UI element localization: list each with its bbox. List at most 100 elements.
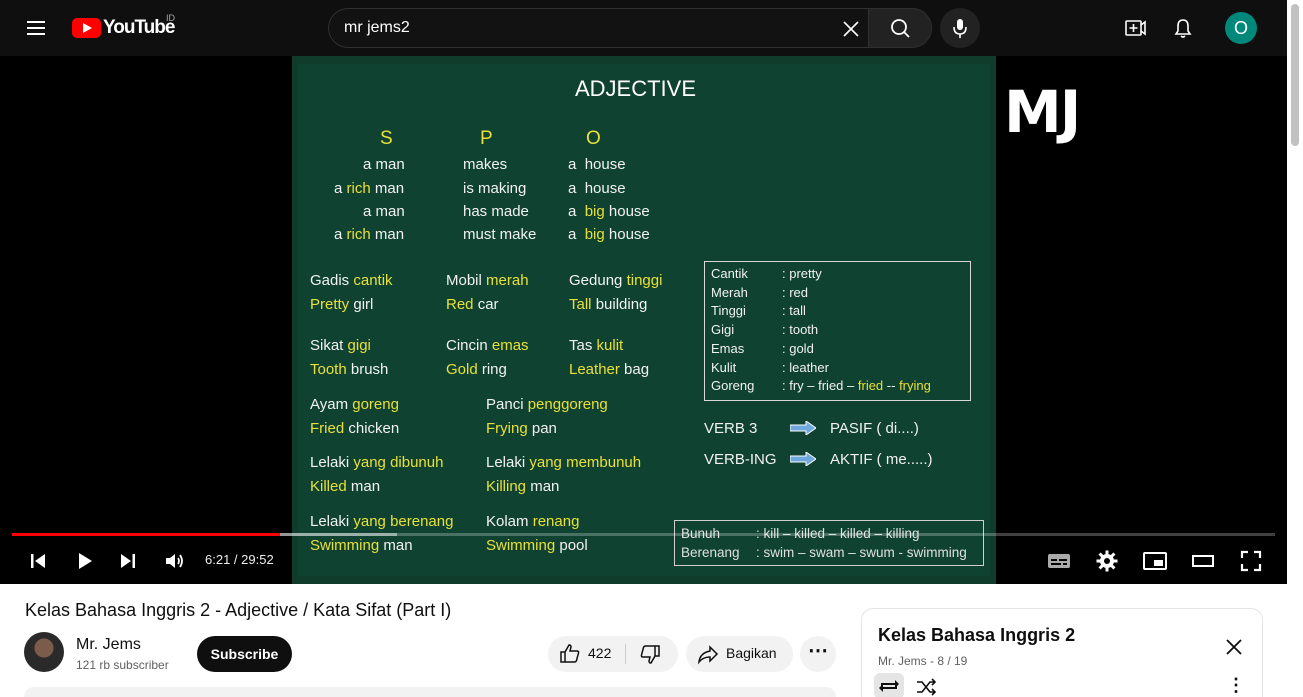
- search-input[interactable]: [344, 9, 824, 47]
- more-vertical-icon[interactable]: ⋮: [1224, 675, 1248, 697]
- vocab-box: Cantik: pretty Merah: red Tinggi: tall Gigi…: [704, 261, 971, 401]
- indonesian-phrase: Mobil merah: [446, 272, 529, 289]
- youtube-play-icon: [72, 18, 101, 38]
- close-icon[interactable]: [1222, 635, 1246, 659]
- playlist-subtitle: Mr. Jems - 8 / 19: [878, 654, 968, 668]
- voice-search-button[interactable]: [940, 8, 980, 48]
- settings-button[interactable]: [1092, 546, 1122, 576]
- arrow-right-icon: [790, 421, 816, 435]
- verb3-label: VERB 3: [704, 420, 758, 437]
- indonesian-phrase: Sikat gigi: [310, 337, 371, 354]
- vocab-row: Cantik: pretty: [711, 266, 822, 281]
- subscribe-button[interactable]: Subscribe: [197, 636, 292, 672]
- watch-metadata: Kelas Bahasa Inggris 2 - Adjective / Kat…: [0, 584, 1287, 697]
- shuffle-button[interactable]: [914, 675, 938, 697]
- spo-object: a house: [568, 156, 626, 173]
- search-icon: [891, 19, 910, 38]
- subtitles-icon: [1048, 554, 1070, 568]
- indonesian-phrase: Lelaki yang berenang: [310, 513, 454, 530]
- channel-avatar[interactable]: [24, 632, 64, 672]
- like-dislike-group: 422: [548, 636, 678, 672]
- indonesian-phrase: Kolam renang: [486, 513, 580, 530]
- description-box[interactable]: [24, 687, 836, 697]
- share-label: Bagikan: [726, 645, 777, 661]
- previous-button[interactable]: [23, 546, 53, 576]
- thumbs-down-icon[interactable]: [638, 642, 662, 666]
- video-player[interactable]: MJ ADJECTIVE S P O a man makes a house a ri…: [0, 56, 1287, 584]
- english-phrase: Swimming pool: [486, 537, 588, 554]
- english-phrase: Killed man: [310, 478, 381, 495]
- time-display: 6:21 / 29:52: [205, 552, 274, 567]
- spo-predicate: has made: [463, 203, 529, 220]
- video-title: Kelas Bahasa Inggris 2 - Adjective / Kat…: [25, 600, 452, 620]
- verb-form-row: Berenang: swim – swam – swum - swimming: [681, 545, 967, 560]
- spo-predicate: makes: [463, 156, 508, 173]
- subscriber-count: 121 rb subscriber: [76, 658, 169, 672]
- thumbs-up-icon[interactable]: [558, 642, 582, 666]
- indonesian-phrase: Lelaki yang dibunuh: [310, 454, 444, 471]
- search-button[interactable]: [868, 8, 932, 48]
- verb3-result: PASIF ( di....): [830, 420, 919, 437]
- menu-icon[interactable]: [18, 10, 54, 46]
- vocab-row: Gigi: tooth: [711, 322, 819, 338]
- indonesian-phrase: Gadis cantik: [310, 272, 393, 289]
- skip-previous-icon: [31, 554, 45, 568]
- miniplayer-button[interactable]: [1140, 546, 1170, 576]
- english-phrase: Killing man: [486, 478, 560, 495]
- theater-mode-button[interactable]: [1188, 546, 1218, 576]
- channel-name[interactable]: Mr. Jems: [76, 636, 141, 654]
- miniplayer-icon: [1143, 552, 1167, 570]
- country-code: ID: [166, 13, 175, 23]
- loop-icon: [879, 680, 899, 692]
- board-title: ADJECTIVE: [575, 76, 697, 101]
- skip-next-icon: [121, 554, 135, 568]
- fullscreen-icon: [1240, 550, 1262, 572]
- spo-predicate: must make: [463, 226, 537, 243]
- gear-icon: [1096, 550, 1118, 572]
- playlist-title[interactable]: Kelas Bahasa Inggris 2: [878, 625, 1075, 646]
- account-avatar[interactable]: O: [1225, 12, 1257, 44]
- youtube-logo[interactable]: YouTube: [72, 16, 175, 40]
- play-button[interactable]: [69, 546, 99, 576]
- subtitles-button[interactable]: [1044, 546, 1074, 576]
- next-button[interactable]: [113, 546, 143, 576]
- spo-subject: a man: [363, 203, 405, 220]
- verbing-result: AKTIF ( me.....): [830, 451, 933, 468]
- progress-played: [12, 533, 280, 536]
- indonesian-phrase: Panci penggoreng: [486, 396, 608, 413]
- indonesian-phrase: Lelaki yang membunuh: [486, 454, 642, 471]
- create-button[interactable]: [1115, 8, 1155, 48]
- volume-icon: [166, 554, 183, 568]
- spo-subject: a rich man: [334, 180, 405, 197]
- like-count[interactable]: 422: [588, 645, 611, 661]
- page-scrollbar[interactable]: [1287, 0, 1303, 697]
- clear-search-icon[interactable]: [839, 17, 863, 41]
- create-video-icon: [1125, 20, 1146, 36]
- like-divider: [625, 644, 626, 664]
- vocab-row: Merah: red: [711, 284, 809, 300]
- mic-icon: [953, 19, 967, 38]
- verbing-label: VERB-ING: [704, 451, 777, 468]
- vocab-row: Kulit: leather: [711, 359, 829, 375]
- more-horizontal-icon: ⋯: [808, 640, 828, 662]
- masthead: YouTube ID O: [0, 0, 1287, 56]
- bell-icon: [1174, 19, 1192, 38]
- fullscreen-button[interactable]: [1236, 546, 1266, 576]
- verb-forms-box: Bunuh: kill – killed – killed – killing …: [674, 520, 984, 566]
- shuffle-icon: [917, 678, 937, 696]
- share-button[interactable]: Bagikan: [686, 636, 793, 672]
- head-o: O: [586, 128, 601, 149]
- loop-button[interactable]: [874, 673, 904, 697]
- scrollbar-thumb[interactable]: [1291, 4, 1299, 146]
- english-phrase: Tall building: [569, 296, 648, 313]
- arrow-right-icon: [790, 452, 816, 466]
- more-actions-button[interactable]: ⋯: [800, 636, 836, 672]
- playlist-panel: Kelas Bahasa Inggris 2 Mr. Jems - 8 / 19…: [861, 608, 1263, 697]
- head-p: P: [480, 128, 493, 149]
- notifications-button[interactable]: [1163, 8, 1203, 48]
- spo-predicate: is making: [463, 180, 527, 197]
- logo-text: YouTube: [103, 17, 175, 38]
- mute-button[interactable]: [160, 546, 190, 576]
- theater-icon: [1192, 555, 1214, 567]
- spo-object: a house: [568, 180, 626, 197]
